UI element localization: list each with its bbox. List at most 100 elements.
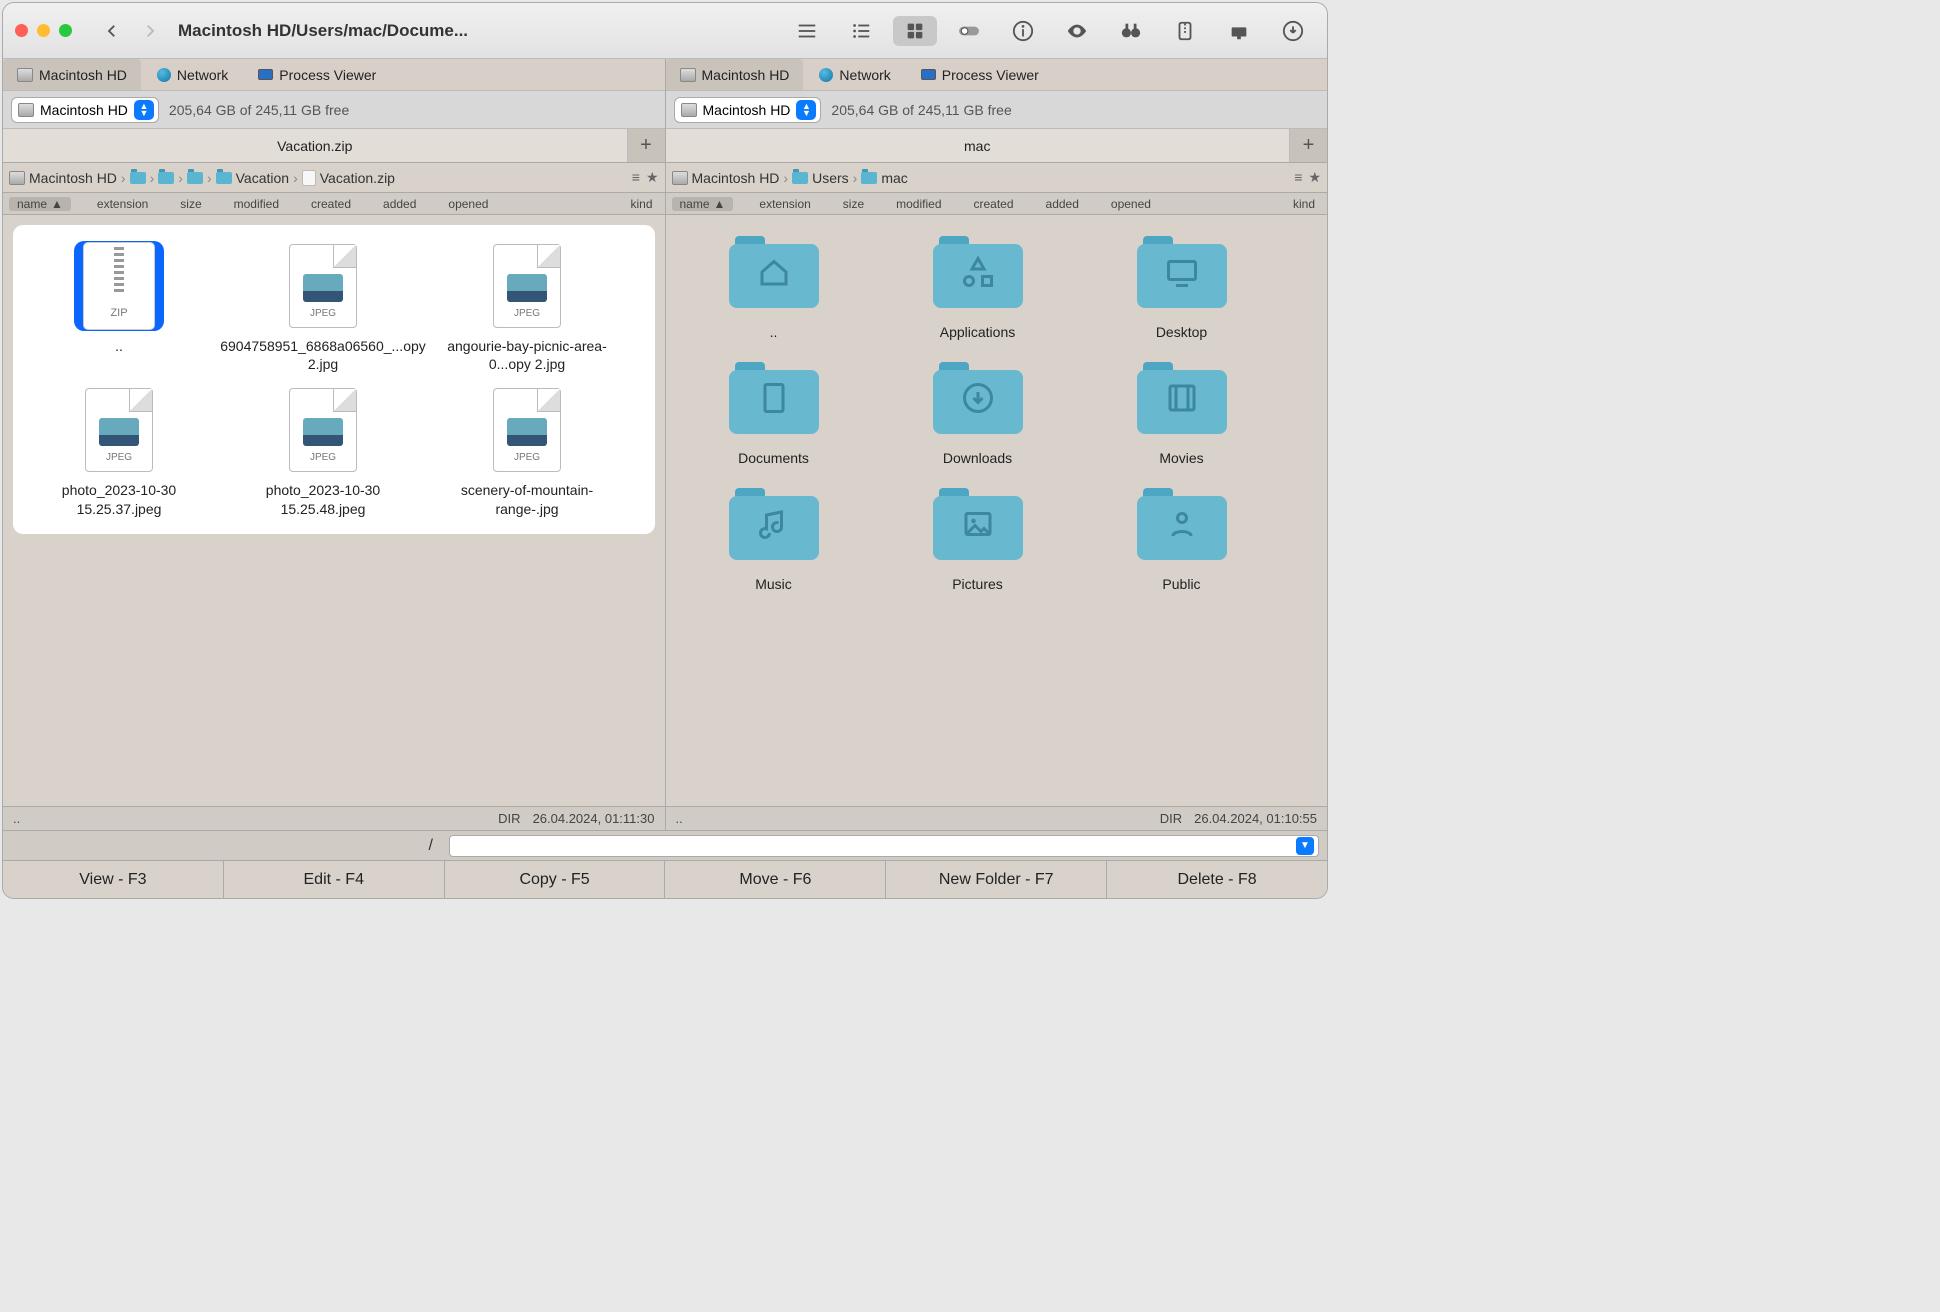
- folder-item[interactable]: Public: [1082, 479, 1282, 593]
- binoculars-icon[interactable]: [1109, 16, 1153, 46]
- view-button[interactable]: View - F3: [3, 861, 224, 898]
- list-toggle-icon[interactable]: ≡: [632, 169, 640, 186]
- col-added[interactable]: added: [1040, 197, 1085, 211]
- volume-selector-left[interactable]: Macintosh HD ▲▼: [11, 97, 159, 123]
- chevron-down-icon[interactable]: ▼: [1296, 837, 1314, 855]
- file-item[interactable]: JPEG 6904758951_6868a06560_...opy 2.jpg: [223, 241, 423, 373]
- add-tab-right[interactable]: +: [1289, 129, 1327, 162]
- col-size[interactable]: size: [174, 197, 207, 211]
- minimize-button[interactable]: [37, 24, 50, 37]
- col-opened[interactable]: opened: [1105, 197, 1157, 211]
- folder-icon: [933, 488, 1023, 560]
- view-grid-icon[interactable]: [893, 16, 937, 46]
- download-icon[interactable]: [1271, 16, 1315, 46]
- folder-item[interactable]: Applications: [878, 227, 1078, 341]
- path-input[interactable]: ▼: [449, 835, 1319, 857]
- new-folder-button[interactable]: New Folder - F7: [886, 861, 1107, 898]
- globe-icon: [157, 68, 171, 82]
- col-opened[interactable]: opened: [442, 197, 494, 211]
- view-detail-icon[interactable]: [839, 16, 883, 46]
- maximize-button[interactable]: [59, 24, 72, 37]
- close-button[interactable]: [15, 24, 28, 37]
- folder-item[interactable]: Movies: [1082, 353, 1282, 467]
- list-toggle-icon[interactable]: ≡: [1294, 169, 1302, 186]
- free-space-left: 205,64 GB of 245,11 GB free: [169, 102, 349, 118]
- tab-bar-right: mac +: [666, 129, 1328, 163]
- forward-button[interactable]: [136, 17, 164, 45]
- volume-selector-right[interactable]: Macintosh HD ▲▼: [674, 97, 822, 123]
- col-kind[interactable]: kind: [624, 197, 658, 211]
- folder-item[interactable]: Downloads: [878, 353, 1078, 467]
- delete-button[interactable]: Delete - F8: [1107, 861, 1327, 898]
- info-icon[interactable]: [1001, 16, 1045, 46]
- folder-icon: [1137, 488, 1227, 560]
- source-tab-hd[interactable]: Macintosh HD: [3, 59, 141, 90]
- source-tab-network[interactable]: Network: [805, 59, 904, 90]
- col-extension[interactable]: extension: [91, 197, 154, 211]
- file-grid-right[interactable]: ..ApplicationsDesktop DocumentsDownloadsM…: [666, 215, 1328, 806]
- col-extension[interactable]: extension: [753, 197, 816, 211]
- col-modified[interactable]: modified: [228, 197, 285, 211]
- col-added[interactable]: added: [377, 197, 422, 211]
- folder-icon: [729, 236, 819, 308]
- column-headers-left[interactable]: name ▲ extension size modified created a…: [3, 193, 665, 215]
- folder-item[interactable]: Pictures: [878, 479, 1078, 593]
- hd-icon: [9, 171, 25, 185]
- file-item[interactable]: JPEG photo_2023-10-30 15.25.48.jpeg: [223, 385, 423, 517]
- view-list-icon[interactable]: [785, 16, 829, 46]
- folder-icon: [216, 172, 232, 184]
- folder-icon: [158, 172, 174, 184]
- toggle-icon[interactable]: [947, 16, 991, 46]
- folder-item[interactable]: Documents: [674, 353, 874, 467]
- folder-icon: [729, 488, 819, 560]
- tab-mac[interactable]: mac: [666, 129, 1290, 162]
- hd-icon: [681, 103, 697, 117]
- file-grid-left[interactable]: ZIP .. JPEG 6904758951_6868a06560_...opy…: [13, 225, 655, 534]
- breadcrumb-left[interactable]: Macintosh HD› › › › Vacation› Vacation.z…: [3, 163, 665, 193]
- breadcrumb-right[interactable]: Macintosh HD› Users› mac ≡★: [666, 163, 1328, 193]
- tab-vacation-zip[interactable]: Vacation.zip: [3, 129, 627, 162]
- folder-item[interactable]: Desktop: [1082, 227, 1282, 341]
- add-tab-left[interactable]: +: [627, 129, 665, 162]
- file-item[interactable]: JPEG scenery-of-mountain-range-.jpg: [427, 385, 627, 517]
- window-title: Macintosh HD/Users/mac/Docume...: [178, 21, 468, 41]
- file-parent[interactable]: ZIP ..: [19, 241, 219, 373]
- source-tab-process[interactable]: Process Viewer: [907, 59, 1053, 90]
- col-created[interactable]: created: [305, 197, 357, 211]
- move-button[interactable]: Move - F6: [665, 861, 886, 898]
- path-separator: /: [11, 837, 441, 855]
- source-tabs-right: Macintosh HD Network Process Viewer: [666, 59, 1328, 91]
- volume-row-left: Macintosh HD ▲▼ 205,64 GB of 245,11 GB f…: [3, 91, 665, 129]
- col-name[interactable]: name ▲: [9, 197, 71, 211]
- jpeg-icon: JPEG: [493, 388, 561, 472]
- folder-item[interactable]: Music: [674, 479, 874, 593]
- file-item[interactable]: JPEG photo_2023-10-30 15.25.37.jpeg: [19, 385, 219, 517]
- col-name[interactable]: name ▲: [672, 197, 734, 211]
- hd-icon: [680, 68, 696, 82]
- source-tab-network[interactable]: Network: [143, 59, 242, 90]
- commander-window: Macintosh HD/Users/mac/Docume... Macinto…: [2, 2, 1328, 899]
- col-created[interactable]: created: [968, 197, 1020, 211]
- source-tab-process[interactable]: Process Viewer: [244, 59, 390, 90]
- copy-button[interactable]: Copy - F5: [445, 861, 666, 898]
- jpeg-icon: JPEG: [289, 388, 357, 472]
- archive-icon[interactable]: [1163, 16, 1207, 46]
- hd-icon: [18, 103, 34, 117]
- column-headers-right[interactable]: name ▲ extension size modified created a…: [666, 193, 1328, 215]
- folder-icon: [861, 172, 877, 184]
- folder-icon: [1137, 236, 1227, 308]
- back-button[interactable]: [98, 17, 126, 45]
- preview-icon[interactable]: [1055, 16, 1099, 46]
- chevron-updown-icon: ▲▼: [134, 100, 154, 120]
- file-item[interactable]: JPEG angourie-bay-picnic-area-0...opy 2.…: [427, 241, 627, 373]
- source-tabs-left: Macintosh HD Network Process Viewer: [3, 59, 665, 91]
- col-kind[interactable]: kind: [1287, 197, 1321, 211]
- star-icon[interactable]: ★: [646, 169, 659, 186]
- source-tab-hd[interactable]: Macintosh HD: [666, 59, 804, 90]
- col-size[interactable]: size: [837, 197, 870, 211]
- star-icon[interactable]: ★: [1308, 169, 1321, 186]
- folder-item[interactable]: ..: [674, 227, 874, 341]
- server-icon[interactable]: [1217, 16, 1261, 46]
- edit-button[interactable]: Edit - F4: [224, 861, 445, 898]
- col-modified[interactable]: modified: [890, 197, 947, 211]
